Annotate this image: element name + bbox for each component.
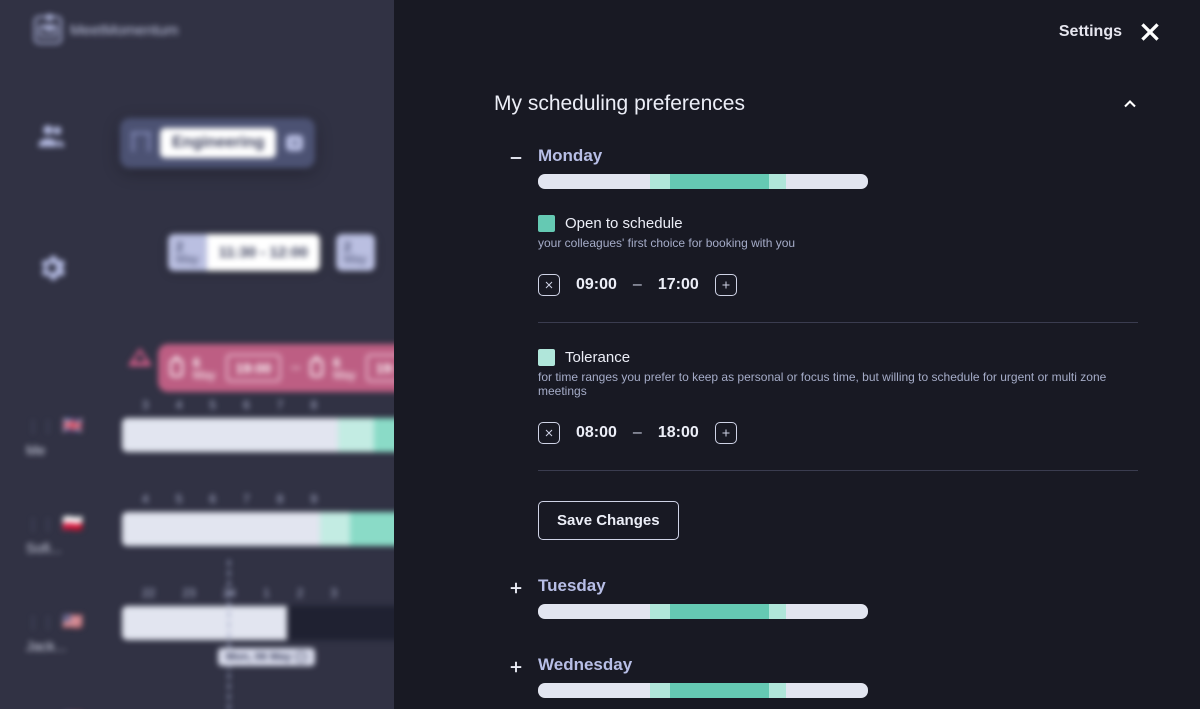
tolerance-desc: for time ranges you prefer to keep as pe… bbox=[538, 370, 1140, 398]
calendar-icon bbox=[170, 359, 183, 377]
open-swatch bbox=[538, 215, 555, 232]
section-title: My scheduling preferences bbox=[494, 92, 745, 116]
drag-handle-icon[interactable]: ⋮⋮ bbox=[26, 516, 56, 533]
selected-range[interactable]: 6May 19:00 – 6May 19: bbox=[158, 344, 418, 392]
tolerance-title: Tolerance bbox=[565, 349, 630, 366]
schedule-bar bbox=[538, 174, 868, 189]
chip-month: May bbox=[344, 253, 367, 265]
people-column: ⋮⋮🇬🇧Me⋮⋮🇵🇱Sofi...⋮⋮🇺🇸Jack...⋮⋮🇺🇸 bbox=[26, 416, 83, 709]
remove-time-button[interactable] bbox=[538, 274, 560, 296]
filter-icon bbox=[132, 134, 150, 152]
divider bbox=[538, 322, 1138, 323]
filter-remove[interactable]: × bbox=[286, 135, 303, 151]
add-time-button[interactable] bbox=[715, 274, 737, 296]
timeline-row bbox=[122, 606, 422, 640]
people-icon[interactable] bbox=[36, 120, 68, 152]
minus-circle-icon bbox=[295, 651, 307, 663]
expand-button[interactable] bbox=[506, 578, 526, 598]
flag-icon: 🇺🇸 bbox=[62, 612, 83, 632]
time-chips: 2 May 11:30 - 12:00 2 May bbox=[168, 234, 375, 271]
day-label: Tuesday bbox=[538, 576, 1140, 596]
filter-chip[interactable]: Engineering × bbox=[120, 118, 315, 168]
divider bbox=[538, 470, 1138, 471]
day-monday: Monday Open to schedule your colleagues'… bbox=[506, 146, 1140, 540]
chip-month: May bbox=[176, 253, 199, 265]
chip-time: 11:30 - 12:00 bbox=[207, 234, 320, 271]
logo-icon bbox=[34, 16, 62, 44]
calendar-icon bbox=[310, 359, 323, 377]
open-title: Open to schedule bbox=[565, 215, 683, 232]
remove-time-button[interactable] bbox=[538, 422, 560, 444]
day-label: Wednesday bbox=[538, 655, 1140, 675]
open-to[interactable]: 17:00 bbox=[658, 276, 699, 294]
day-label: Monday bbox=[538, 146, 1140, 166]
range-from[interactable]: 19:00 bbox=[226, 354, 282, 382]
open-from[interactable]: 09:00 bbox=[576, 276, 617, 294]
open-desc: your colleagues' first choice for bookin… bbox=[538, 236, 1140, 250]
tolerance-from[interactable]: 08:00 bbox=[576, 424, 617, 442]
save-button[interactable]: Save Changes bbox=[538, 501, 679, 540]
up-arrow-icon bbox=[128, 348, 152, 366]
person-name: Jack... bbox=[26, 638, 83, 654]
panel-title: Settings bbox=[1059, 23, 1122, 41]
now-line bbox=[228, 560, 230, 709]
tolerance-to[interactable]: 18:00 bbox=[658, 424, 699, 442]
settings-panel: Settings My scheduling preferences Monda… bbox=[394, 0, 1200, 709]
filter-label: Engineering bbox=[160, 128, 276, 158]
schedule-bar bbox=[538, 604, 868, 619]
close-button[interactable] bbox=[1136, 18, 1164, 46]
drag-handle-icon[interactable]: ⋮⋮ bbox=[26, 418, 56, 435]
tolerance-swatch bbox=[538, 349, 555, 366]
flag-icon: 🇬🇧 bbox=[62, 416, 83, 436]
timeline-row bbox=[122, 512, 422, 546]
gear-icon[interactable] bbox=[36, 252, 68, 284]
open-block: Open to schedule your colleagues' first … bbox=[538, 215, 1140, 323]
now-label: Mon, 06 May bbox=[218, 648, 315, 666]
chevron-up-icon[interactable] bbox=[1120, 94, 1140, 114]
schedule-bar bbox=[538, 683, 868, 698]
person-name: Sofi... bbox=[26, 540, 83, 556]
day-wednesday: Wednesday bbox=[506, 655, 1140, 698]
day-tuesday: Tuesday bbox=[506, 576, 1140, 619]
add-time-button[interactable] bbox=[715, 422, 737, 444]
time-chip[interactable]: 2 May bbox=[336, 234, 375, 271]
brand-row: MeetMomentum bbox=[34, 16, 178, 44]
collapse-button[interactable] bbox=[506, 148, 526, 168]
expand-button[interactable] bbox=[506, 657, 526, 677]
flag-icon: 🇵🇱 bbox=[62, 514, 83, 534]
brand-text: MeetMomentum bbox=[70, 22, 178, 39]
drag-handle-icon[interactable]: ⋮⋮ bbox=[26, 614, 56, 631]
timeline: 345678 456789 222324123 bbox=[122, 398, 422, 680]
person-name: Me bbox=[26, 442, 83, 458]
time-chip[interactable]: 2 May 11:30 - 12:00 bbox=[168, 234, 320, 271]
tolerance-block: Tolerance for time ranges you prefer to … bbox=[538, 349, 1140, 471]
timeline-row bbox=[122, 418, 422, 452]
